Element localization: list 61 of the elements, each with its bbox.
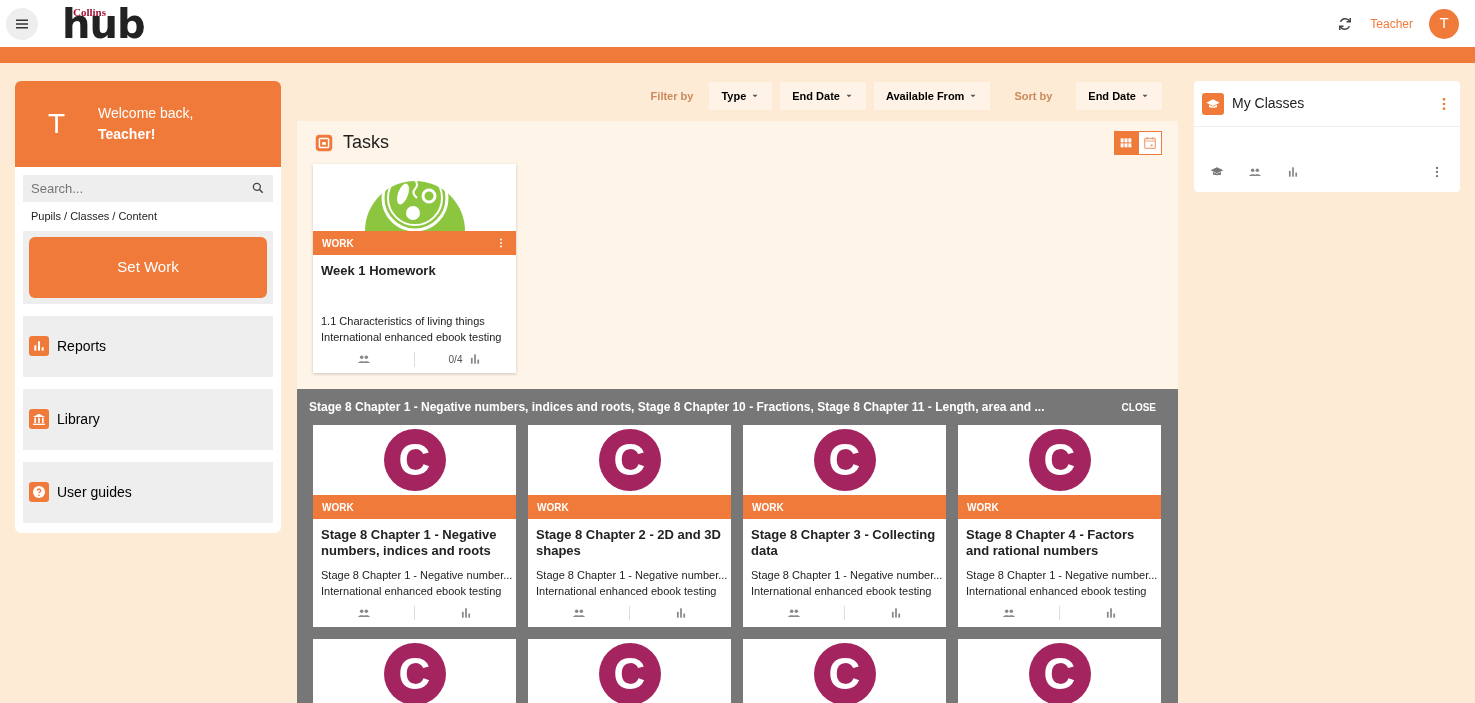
search-hint: Pupils / Classes / Content	[31, 209, 158, 224]
view-toggle[interactable]	[1138, 130, 1162, 155]
nav-item[interactable]: User guides	[23, 461, 273, 523]
logo-badge: C	[813, 643, 876, 703]
work-card[interactable]: C WORK Stage 8 Chapter 3 - Collecting data Stage 8 Chapter 1 - Negative number... International enhanced ebook testing	[743, 425, 946, 627]
library-icon	[31, 411, 47, 427]
work-card[interactable]: C WORK Stage 8 Chapter 1 - Negative numbers, indices and roots Stage 8 Chapter 1 - Negative number... International enhanced ebook testing	[313, 425, 516, 627]
close-button[interactable]: CLOSE	[1115, 398, 1162, 416]
nav-item[interactable]: Reports	[23, 315, 273, 377]
card-tag: WORK	[322, 235, 354, 251]
search-icon[interactable]	[251, 181, 265, 195]
work-card[interactable]: C WORK Stage 8 Chapter 4 - Factors and rational numbers Stage 8 Chapter 1 - Negative number... International enhanced ebook testing	[958, 425, 1161, 627]
user-name: Teacher!	[98, 125, 157, 144]
filter-label: Filter by	[650, 88, 694, 104]
sort-label: Sort by	[1014, 88, 1053, 104]
work-card[interactable]: C WORK Stage 8 Chapter 2 - 2D and 3D shapes Stage 8 Chapter 1 - Negative number... International enhanced ebook testing	[528, 425, 731, 627]
logo-badge: C	[383, 643, 446, 703]
card-text: International enhanced ebook testing	[966, 584, 1148, 599]
card-text: International enhanced ebook testing	[321, 330, 503, 345]
search-field[interactable]: Search...	[23, 175, 273, 202]
progress-count: 0/4	[448, 352, 463, 367]
card-tag: WORK	[967, 499, 999, 515]
welcome-text: Welcome back,	[98, 104, 194, 123]
logo-badge: C	[813, 429, 876, 491]
dropdown-button[interactable]: End Date	[780, 81, 866, 111]
card-tag: WORK	[537, 499, 569, 515]
dropdown-button[interactable]: Type	[709, 81, 773, 111]
card-title: Stage 8 Chapter 2 - 2D and 3D shapes	[536, 527, 722, 559]
task-card[interactable]: WORK Week 1 Homework 1.1 Characteristics of living things International enhanced ebook testing 0/4	[313, 164, 516, 373]
logo-badge: C	[598, 429, 661, 491]
avatar-letter: T	[46, 107, 67, 141]
reports-icon	[31, 338, 47, 354]
card-tag: WORK	[322, 499, 354, 515]
dropdown-button[interactable]: Available From	[873, 81, 991, 111]
logo-badge: C	[1028, 429, 1091, 491]
guides-icon	[31, 484, 47, 500]
card-title: Week 1 Homework	[321, 263, 437, 279]
section-title: Tasks	[343, 131, 389, 154]
chart-icon[interactable]	[1286, 164, 1300, 179]
card-tag: WORK	[752, 499, 784, 515]
work-card[interactable]: C	[958, 639, 1161, 703]
card-title: Stage 8 Chapter 1 - Negative numbers, indices and roots	[321, 527, 498, 559]
menu-button[interactable]	[6, 7, 38, 40]
card-text: International enhanced ebook testing	[321, 584, 503, 599]
work-card[interactable]: C	[528, 639, 731, 703]
view-toggle[interactable]	[1114, 130, 1138, 155]
card-text: 1.1 Characteristics of living things	[321, 314, 486, 329]
group-title: Stage 8 Chapter 1 - Negative numbers, indices and roots, Stage 8 Chapter 10 - Fractions, Stage 8 Chapter 11 - Length, area and ...	[309, 399, 1045, 416]
card-title: Stage 8 Chapter 3 - Collecting data	[751, 527, 937, 559]
card-title: Stage 8 Chapter 4 - Factors and rational numbers	[966, 527, 1136, 559]
dropdown-button[interactable]: End Date	[1076, 81, 1162, 111]
logo-badge: C	[383, 429, 446, 491]
work-card[interactable]: C	[313, 639, 516, 703]
card-text: International enhanced ebook testing	[751, 584, 933, 599]
calendar-icon	[1142, 134, 1158, 151]
card-text: International enhanced ebook testing	[536, 584, 718, 599]
panel-title: My Classes	[1232, 94, 1305, 113]
logo-badge: C	[598, 643, 661, 703]
logo-badge: C	[1028, 643, 1091, 703]
nav-item[interactable]: Library	[23, 388, 273, 450]
work-card[interactable]: C	[743, 639, 946, 703]
